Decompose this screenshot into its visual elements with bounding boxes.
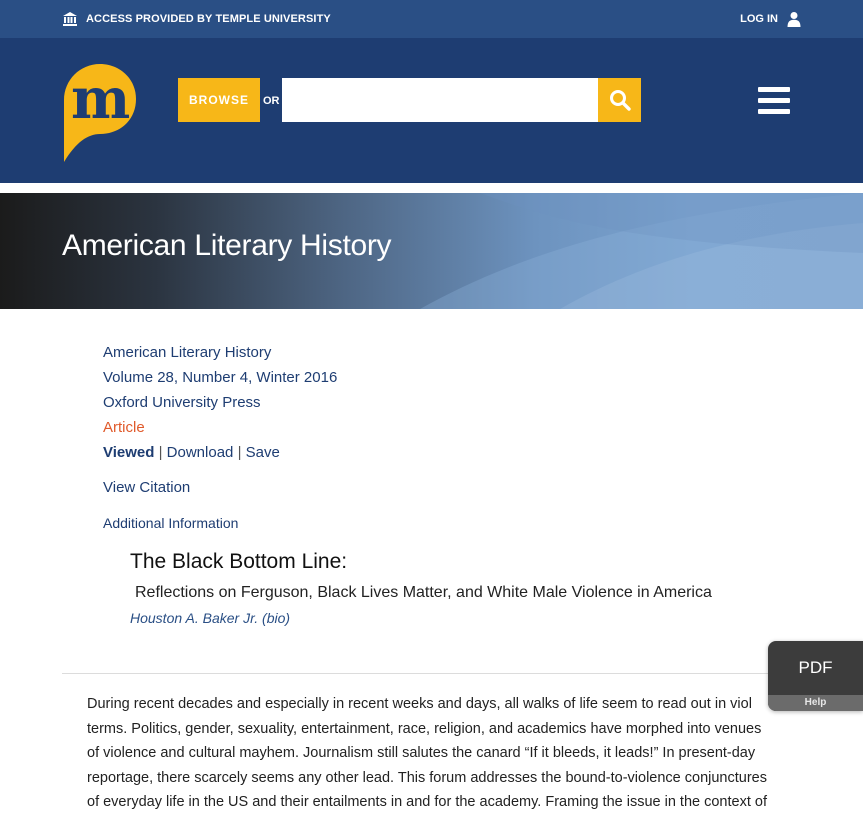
author-name[interactable]: Houston A. Baker Jr. — [130, 610, 258, 626]
help-button[interactable]: Help — [768, 695, 863, 711]
article-subtitle: Reflections on Ferguson, Black Lives Mat… — [135, 584, 712, 601]
search-input[interactable] — [282, 78, 598, 122]
journal-title: American Literary History — [62, 229, 392, 262]
journal-banner: American Literary History — [0, 193, 863, 309]
article-type-label: Article — [103, 419, 145, 436]
body-line: of violence and cultural mayhem. Journal… — [87, 745, 756, 762]
user-icon[interactable] — [787, 11, 801, 27]
viewed-label: Viewed — [103, 444, 155, 461]
body-line: During recent decades and especially in … — [87, 696, 752, 712]
additional-information-link[interactable]: Additional Information — [103, 515, 238, 531]
separator: | — [237, 444, 242, 461]
pdf-widget[interactable]: PDF Help — [768, 641, 863, 711]
download-link[interactable]: Download — [167, 444, 234, 461]
save-link[interactable]: Save — [246, 444, 280, 461]
article-author: Houston A. Baker Jr. (bio) — [130, 610, 290, 626]
view-citation-link[interactable]: View Citation — [103, 479, 190, 496]
search-icon[interactable] — [609, 89, 631, 111]
muse-logo[interactable]: m — [62, 62, 138, 164]
hamburger-menu-icon[interactable] — [758, 87, 790, 115]
author-bio-link[interactable]: (bio) — [262, 610, 290, 626]
body-line: terms. Politics, gender, sexuality, ente… — [87, 720, 762, 737]
separator: | — [158, 444, 163, 461]
article-body: During recent decades and especially in … — [87, 692, 863, 815]
body-line: of everyday life in the US and their ent… — [87, 794, 767, 811]
pdf-button[interactable]: PDF — [768, 658, 863, 678]
login-label[interactable]: LOG IN — [740, 13, 778, 25]
access-info: ACCESS PROVIDED BY TEMPLE UNIVERSITY — [62, 11, 331, 27]
article-title: The Black Bottom Line: — [130, 550, 348, 573]
body-line: reportage, there scarcely seems any othe… — [87, 769, 767, 786]
issue-link[interactable]: Volume 28, Number 4, Winter 2016 — [103, 369, 337, 386]
or-label: OR — [263, 95, 280, 107]
search-button[interactable] — [598, 78, 641, 122]
svg-text:m: m — [71, 66, 130, 132]
article-metadata: American Literary History Volume 28, Num… — [103, 343, 337, 468]
login-link[interactable]: LOG IN — [740, 11, 801, 27]
publisher-link[interactable]: Oxford University Press — [103, 394, 261, 411]
journal-link[interactable]: American Literary History — [103, 344, 271, 361]
browse-button[interactable]: BROWSE — [178, 78, 260, 122]
site-header: m BROWSE OR — [0, 38, 863, 183]
access-bar: ACCESS PROVIDED BY TEMPLE UNIVERSITY LOG… — [0, 0, 863, 38]
access-provided-text: ACCESS PROVIDED BY TEMPLE UNIVERSITY — [86, 13, 331, 25]
institution-icon — [63, 12, 77, 26]
divider — [62, 673, 863, 674]
